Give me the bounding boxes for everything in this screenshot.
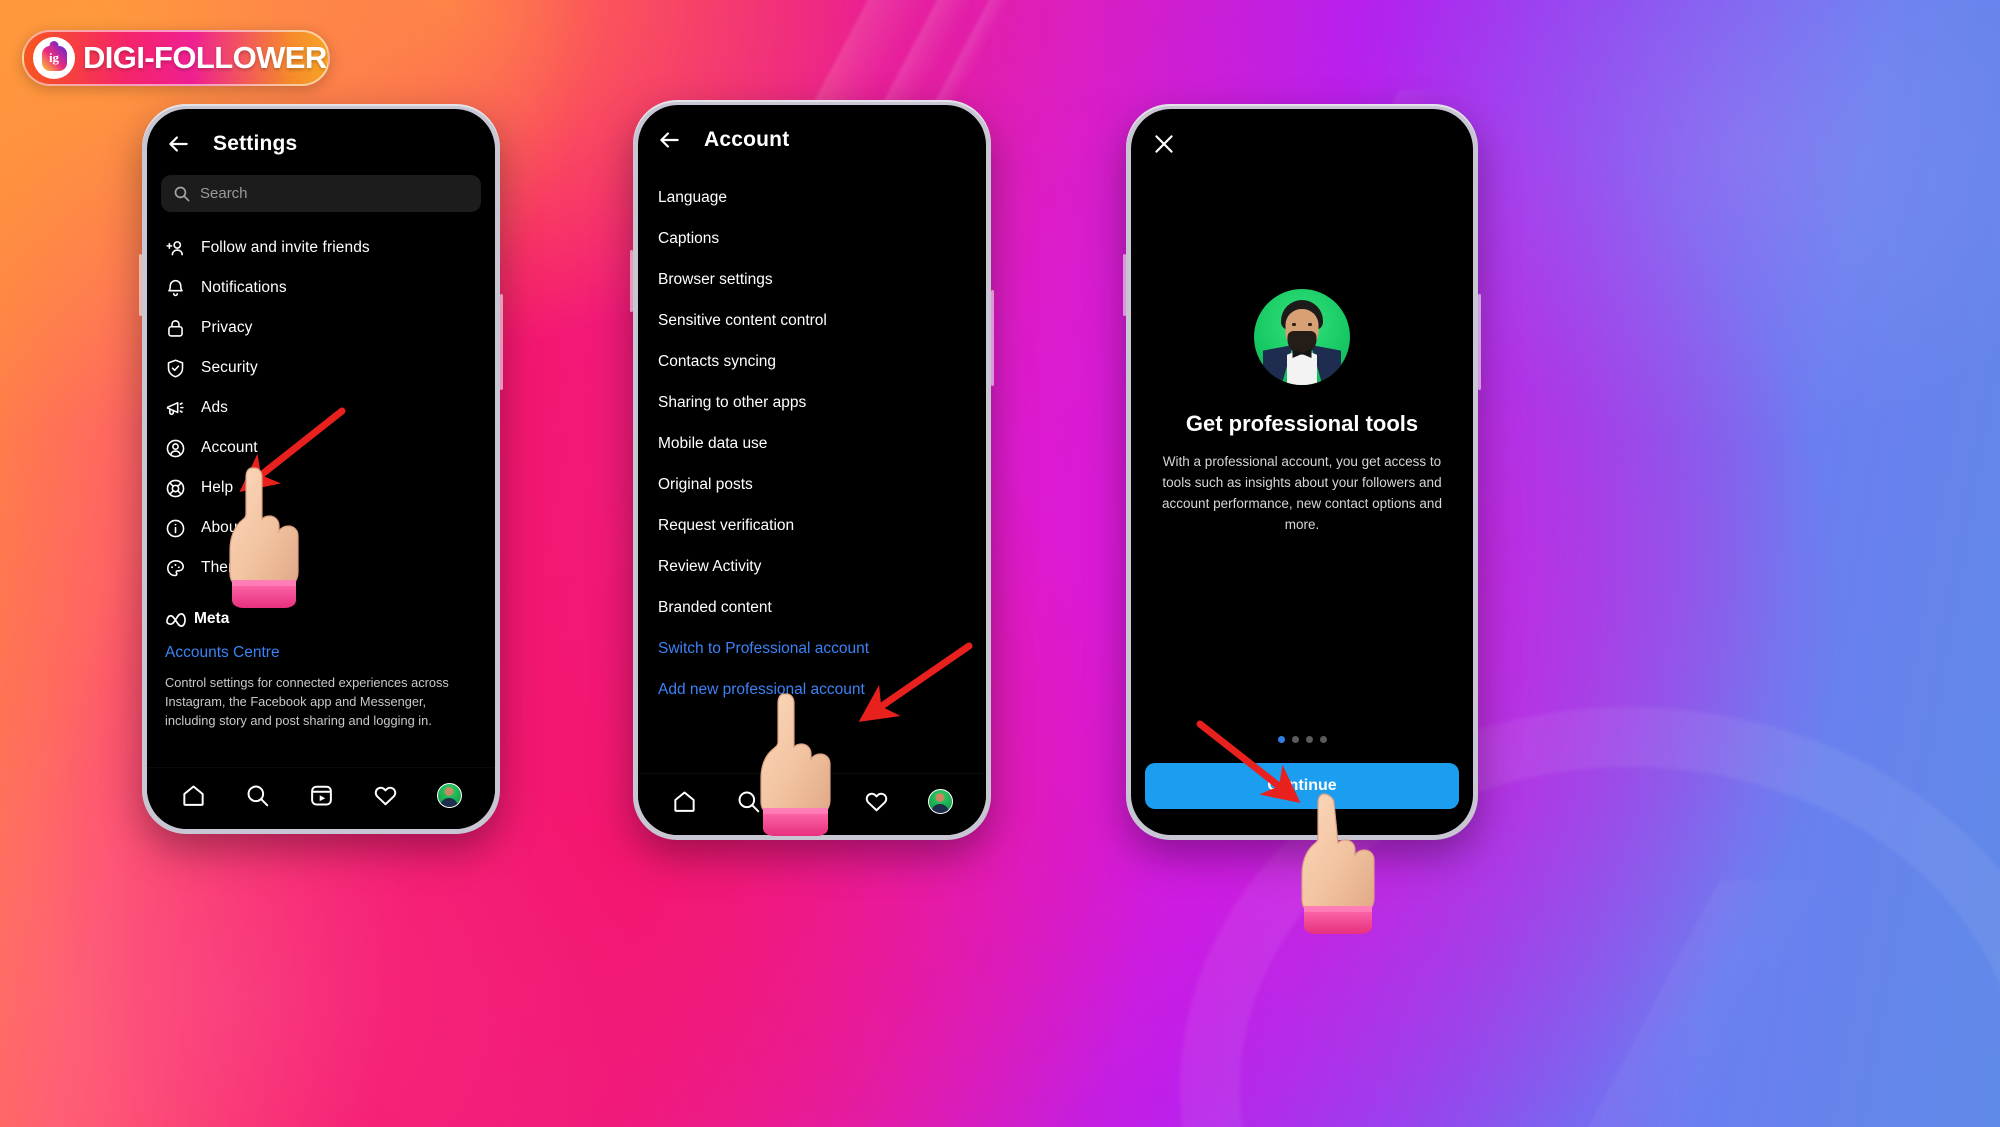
account-item-review-activity[interactable]: Review Activity (638, 546, 986, 587)
page-title: Account (704, 128, 790, 151)
page-title: Get professional tools (1185, 411, 1419, 436)
red-arrow-to-continue (1196, 720, 1301, 803)
pointing-hand-cursor (1301, 793, 1375, 934)
settings-item-label: Ads (201, 399, 229, 416)
meta-label: Meta (194, 610, 230, 627)
account-item-original-posts[interactable]: Original posts (638, 464, 986, 505)
account-item-sensitive-content[interactable]: Sensitive content control (638, 300, 986, 341)
close-x-icon[interactable] (1151, 131, 1177, 157)
arrow-left-icon[interactable] (656, 127, 682, 153)
instagram-logo-icon: ig (33, 37, 75, 79)
logo-wordmark: DIGI-FOLLOWER.com (83, 40, 328, 75)
search-placeholder: Search (200, 185, 248, 202)
meta-section: Meta Accounts Centre Control settings fo… (147, 588, 495, 731)
arrow-left-icon[interactable] (165, 131, 191, 157)
home-icon[interactable] (672, 789, 697, 814)
profile-avatar-icon[interactable] (436, 783, 462, 808)
account-header: Account (638, 105, 986, 167)
account-item-sharing-other-apps[interactable]: Sharing to other apps (638, 382, 986, 423)
bell-icon (168, 279, 183, 296)
search-icon (174, 186, 190, 202)
palette-icon (167, 559, 184, 576)
page-dot-3[interactable] (1305, 736, 1313, 743)
person-circle-icon (166, 439, 185, 457)
account-item-request-verification[interactable]: Request verification (638, 505, 986, 546)
settings-item-label: Security (201, 359, 258, 376)
heart-icon[interactable] (864, 789, 889, 814)
add-person-icon (166, 240, 183, 255)
account-item-browser-settings[interactable]: Browser settings (638, 259, 986, 300)
pointing-hand-cursor (760, 693, 831, 836)
settings-item-about[interactable]: About (147, 508, 495, 548)
account-item-contacts-syncing[interactable]: Contacts syncing (638, 341, 986, 382)
settings-item-privacy[interactable]: Privacy (147, 308, 495, 348)
reels-icon[interactable] (309, 783, 334, 808)
professional-avatar-icon (1254, 289, 1350, 385)
shield-check-icon (167, 358, 184, 378)
page-title: Settings (213, 132, 298, 155)
account-item-captions[interactable]: Captions (638, 218, 986, 259)
meta-description: Control settings for connected experienc… (165, 675, 449, 728)
account-settings-list: Language Captions Browser settings Sensi… (638, 167, 986, 710)
bottom-navigation-bar (147, 767, 495, 829)
heart-icon[interactable] (373, 783, 398, 808)
professional-tools-header (1131, 109, 1473, 162)
lock-icon (168, 319, 183, 337)
page-dot-4[interactable] (1319, 736, 1327, 743)
settings-item-follow-invite[interactable]: Follow and invite friends (147, 228, 495, 268)
account-item-mobile-data-use[interactable]: Mobile data use (638, 423, 986, 464)
settings-item-theme[interactable]: Theme (147, 548, 495, 588)
red-arrow-to-switch-professional (858, 642, 973, 722)
settings-item-security[interactable]: Security (147, 348, 495, 388)
meta-infinity-icon (166, 612, 186, 627)
account-item-branded-content[interactable]: Branded content (638, 587, 986, 628)
meta-heading: Meta (165, 610, 477, 628)
settings-item-label: Privacy (201, 319, 253, 336)
settings-item-label: Notifications (201, 279, 287, 296)
settings-item-label: Follow and invite friends (201, 239, 370, 256)
megaphone-icon (166, 401, 184, 415)
professional-tools-description: With a professional account, you get acc… (1162, 454, 1442, 533)
settings-header: Settings (147, 109, 495, 171)
info-circle-icon (166, 519, 185, 537)
lifebuoy-icon (166, 479, 185, 497)
home-icon[interactable] (181, 783, 206, 808)
site-logo-badge[interactable]: ig DIGI-FOLLOWER.com (22, 30, 330, 86)
accounts-centre-link[interactable]: Accounts Centre (165, 644, 477, 662)
settings-item-notifications[interactable]: Notifications (147, 268, 495, 308)
search-input[interactable]: Search (161, 175, 481, 212)
pointing-hand-cursor (229, 467, 299, 608)
search-icon[interactable] (245, 783, 270, 808)
profile-avatar-icon[interactable] (927, 789, 953, 814)
account-item-language[interactable]: Language (638, 177, 986, 218)
professional-tools-body: Get professional tools With a profession… (1131, 289, 1473, 535)
